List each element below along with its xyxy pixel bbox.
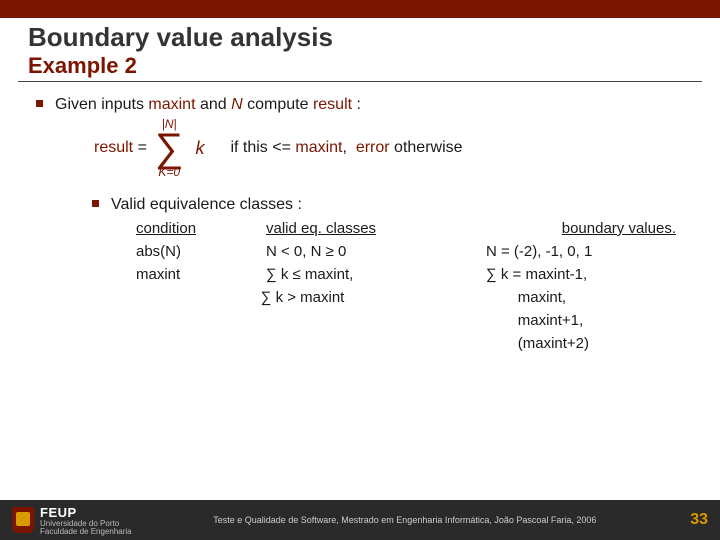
slide-subtitle: Example 2 [28, 53, 692, 79]
cell: ∑ k > maxint [261, 289, 472, 306]
formula-k: k [195, 138, 204, 159]
cell: ∑ k = maxint-1, [486, 266, 676, 283]
formula-result: result [94, 139, 133, 156]
rhs-otherwise: otherwise [390, 139, 463, 156]
cell-part: N < 0, [266, 243, 311, 260]
cell: ∑ k ≤ maxint, [266, 266, 486, 283]
org-logo: FEUP Universidade do Porto Faculdade de … [12, 505, 132, 536]
bullet-icon [36, 100, 43, 107]
table-header: condition valid eq. classes boundary val… [136, 220, 700, 237]
formula-rhs: if this <= maxint, error otherwise [230, 139, 462, 157]
cell [136, 312, 261, 329]
summation: |N| ∑ K=0 [155, 118, 184, 178]
table-row: ∑ k > maxint maxint, [136, 289, 700, 306]
formula-lhs: result = [94, 139, 147, 157]
cell: maxint [136, 266, 266, 283]
formula-eq: = [133, 139, 147, 156]
line1-prefix: Given inputs [55, 96, 148, 113]
th-boundary-values: boundary values. [486, 220, 676, 237]
cell: N < 0, N ≥ 0 [266, 243, 486, 260]
table-row: maxint ∑ k ≤ maxint, ∑ k = maxint-1, [136, 266, 700, 283]
formula: result = |N| ∑ K=0 k if this <= maxint, … [94, 118, 700, 178]
slide-title: Boundary value analysis [28, 22, 692, 53]
logo-text: FEUP Universidade do Porto Faculdade de … [40, 505, 132, 536]
title-block: Boundary value analysis Example 2 [0, 18, 720, 79]
cell [136, 335, 261, 352]
sum-lower: K=0 [158, 166, 180, 178]
cell: (maxint+2) [472, 335, 700, 352]
equiv-table: condition valid eq. classes boundary val… [136, 220, 700, 352]
th-valid-classes: valid eq. classes [266, 220, 486, 237]
cell: maxint, [472, 289, 700, 306]
bullet-icon [92, 200, 99, 207]
footer: FEUP Universidade do Porto Faculdade de … [0, 500, 720, 540]
slide-body: Given inputs maxint and N compute result… [0, 82, 720, 352]
cell [261, 335, 472, 352]
line1-suffix: compute [243, 96, 313, 113]
table-row: maxint+1, [136, 312, 700, 329]
cell [136, 289, 261, 306]
slide: Boundary value analysis Example 2 Given … [0, 0, 720, 540]
sub-bullet: Valid equivalence classes : [92, 196, 700, 214]
table-row: abs(N) N < 0, N ≥ 0 N = (-2), -1, 0, 1 [136, 243, 700, 260]
cell: abs(N) [136, 243, 266, 260]
cell: maxint+1, [472, 312, 700, 329]
table-row: (maxint+2) [136, 335, 700, 352]
line1-colon: : [352, 96, 361, 113]
sub-heading: Valid equivalence classes : [111, 196, 302, 214]
line1-and: and [196, 96, 232, 113]
page-number: 33 [678, 511, 708, 529]
shield-icon [12, 507, 34, 533]
bullet-line-2: Valid equivalence classes : [92, 196, 700, 214]
rhs-comma: , [342, 139, 351, 156]
line1-N: N [231, 96, 243, 113]
cell: N = (-2), -1, 0, 1 [486, 243, 676, 260]
bullet-line-1: Given inputs maxint and N compute result… [36, 96, 700, 114]
rhs-maxint: maxint [295, 139, 342, 156]
rhs-if: if this <= [230, 139, 295, 156]
top-rule [0, 0, 720, 18]
rhs-error: error [356, 139, 390, 156]
org-name: FEUP [40, 505, 132, 520]
cell [261, 312, 472, 329]
footer-credit: Teste e Qualidade de Software, Mestrado … [132, 515, 678, 525]
line1-maxint: maxint [148, 96, 195, 113]
line1-result: result [313, 96, 352, 113]
org-sub2: Faculdade de Engenharia [40, 528, 132, 536]
line1-text: Given inputs maxint and N compute result… [55, 96, 361, 114]
cell-part: N ≥ 0 [311, 243, 347, 260]
th-condition: condition [136, 220, 266, 237]
sigma-icon: ∑ [155, 130, 184, 166]
